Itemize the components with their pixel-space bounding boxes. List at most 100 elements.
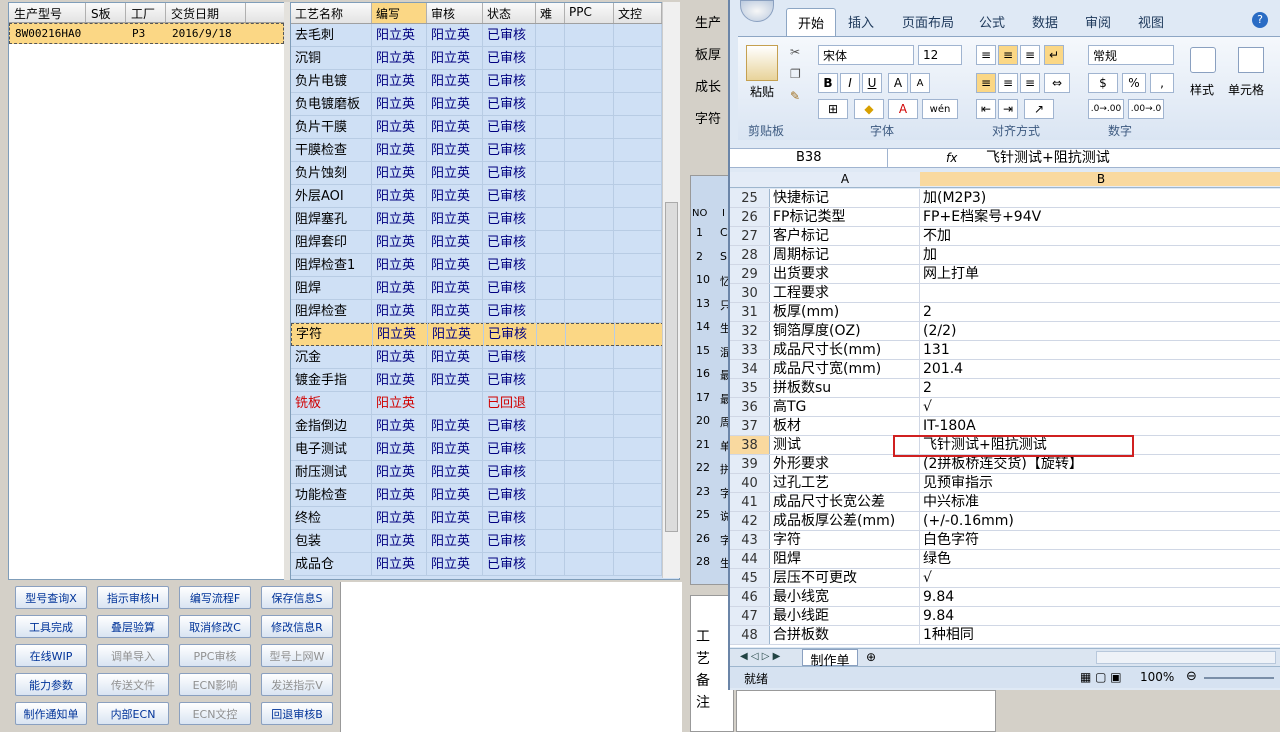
cut-icon[interactable]: ✂ — [790, 45, 800, 59]
tab-view[interactable]: 视图 — [1138, 12, 1164, 31]
row-number[interactable]: 43 — [730, 531, 770, 549]
cell-a[interactable]: 工程要求 — [770, 284, 920, 302]
cell-b[interactable]: 加(M2P3) — [920, 189, 1280, 207]
row-number[interactable]: 33 — [730, 341, 770, 359]
align-center-icon[interactable]: ≡ — [998, 73, 1018, 93]
cell-b[interactable]: √ — [920, 398, 1280, 416]
cell-b[interactable]: 不加 — [920, 227, 1280, 245]
borders-icon[interactable]: ⊞ — [818, 99, 848, 119]
merge-center-icon[interactable]: ⇔ — [1044, 73, 1070, 93]
col-header[interactable]: 生产型号 — [9, 3, 86, 22]
row-number[interactable]: 41 — [730, 493, 770, 511]
process-row[interactable]: 镀金手指 阳立英 阳立英 已审核 — [291, 368, 679, 392]
action-button[interactable]: 保存信息S — [261, 586, 333, 609]
row-number[interactable]: 39 — [730, 455, 770, 473]
tab-home[interactable]: 开始 — [786, 8, 836, 36]
action-button[interactable]: 传送文件 — [97, 673, 169, 696]
process-row[interactable]: 阻焊 阳立英 阳立英 已审核 — [291, 276, 679, 300]
paste-button[interactable]: 粘贴 — [750, 83, 774, 100]
row-number[interactable]: 29 — [730, 265, 770, 283]
process-row[interactable]: 沉铜 阳立英 阳立英 已审核 — [291, 46, 679, 70]
cell-b[interactable]: 1种相同 — [920, 626, 1280, 644]
action-button[interactable]: ECN影响 — [179, 673, 251, 696]
worksheet-grid[interactable]: 25 快捷标记 加(M2P3) 26 FP标记类型 FP+E档案号+94V 27 客户标记 不加… — [730, 189, 1280, 647]
zoom-slider[interactable] — [1204, 677, 1274, 679]
cell-b[interactable]: (+/-0.16mm) — [920, 512, 1280, 530]
process-row[interactable]: 电子测试 阳立英 阳立英 已审核 — [291, 437, 679, 461]
process-row[interactable]: 成品仓 阳立英 阳立英 已审核 — [291, 552, 679, 576]
font-name-select[interactable]: 宋体 — [818, 45, 914, 65]
process-row[interactable]: 负电镀磨板 阳立英 阳立英 已审核 — [291, 92, 679, 116]
row-number[interactable]: 25 — [730, 189, 770, 207]
cell-b[interactable]: 2 — [920, 303, 1280, 321]
process-row[interactable]: 去毛刺 阳立英 阳立英 已审核 — [291, 23, 679, 47]
font-color-icon[interactable]: A — [888, 99, 918, 119]
order-row[interactable]: 8W00216HA0 P3 2016/9/18 — [9, 23, 284, 44]
process-row[interactable]: 外层AOI 阳立英 阳立英 已审核 — [291, 184, 679, 208]
cell-b[interactable]: 中兴标准 — [920, 493, 1280, 511]
row-number[interactable]: 44 — [730, 550, 770, 568]
row-number[interactable]: 45 — [730, 569, 770, 587]
process-row[interactable]: 阻焊检查 阳立英 阳立英 已审核 — [291, 299, 679, 323]
tab-data[interactable]: 数据 — [1032, 12, 1058, 31]
process-row[interactable]: 沉金 阳立英 阳立英 已审核 — [291, 345, 679, 369]
cell-b[interactable]: 9.84 — [920, 607, 1280, 625]
row-number[interactable]: 30 — [730, 284, 770, 302]
action-button[interactable]: 制作通知单 — [15, 702, 87, 725]
action-button[interactable]: ECN文控 — [179, 702, 251, 725]
sheet-nav-icon[interactable]: ◀ ◁ ▷ ▶ — [740, 651, 780, 662]
row-number[interactable]: 42 — [730, 512, 770, 530]
align-left-icon[interactable]: ≡ — [976, 73, 996, 93]
cell-a[interactable]: 阻焊 — [770, 550, 920, 568]
process-row[interactable]: 终检 阳立英 阳立英 已审核 — [291, 506, 679, 530]
action-button[interactable]: 型号上网W — [261, 644, 333, 667]
row-number[interactable]: 34 — [730, 360, 770, 378]
action-button[interactable]: 在线WIP — [15, 644, 87, 667]
action-button[interactable]: 指示审核H — [97, 586, 169, 609]
row-number[interactable]: 37 — [730, 417, 770, 435]
cell-a[interactable]: 出货要求 — [770, 265, 920, 283]
cell-b[interactable]: 网上打单 — [920, 265, 1280, 283]
cell-a[interactable]: 成品尺寸长宽公差 — [770, 493, 920, 511]
shrink-font-icon[interactable]: A — [910, 73, 930, 93]
cell-b[interactable]: 绿色 — [920, 550, 1280, 568]
cell-a[interactable]: 高TG — [770, 398, 920, 416]
process-row[interactable]: 功能检查 阳立英 阳立英 已审核 — [291, 483, 679, 507]
percent-icon[interactable]: % — [1122, 73, 1146, 93]
tab-page-layout[interactable]: 页面布局 — [902, 12, 954, 31]
styles-button[interactable]: 样式 — [1190, 81, 1214, 98]
cell-b[interactable]: 见预审指示 — [920, 474, 1280, 492]
cell-b[interactable]: 白色字符 — [920, 531, 1280, 549]
increase-indent-icon[interactable]: ⇥ — [998, 99, 1018, 119]
format-painter-icon[interactable]: ✎ — [790, 89, 800, 103]
comma-icon[interactable]: , — [1150, 73, 1174, 93]
row-number[interactable]: 35 — [730, 379, 770, 397]
cell-a[interactable]: 成品板厚公差(mm) — [770, 512, 920, 530]
cell-a[interactable]: 成品尺寸长(mm) — [770, 341, 920, 359]
italic-icon[interactable]: I — [840, 73, 860, 93]
fill-color-icon[interactable]: ◆ — [854, 99, 884, 119]
cell-a[interactable]: 周期标记 — [770, 246, 920, 264]
underline-icon[interactable]: U — [862, 73, 882, 93]
wrap-text-icon[interactable]: ↵ — [1044, 45, 1064, 65]
cell-a[interactable]: 拼板数su — [770, 379, 920, 397]
new-sheet-icon[interactable]: ⊕ — [866, 650, 876, 664]
action-button[interactable]: 内部ECN — [97, 702, 169, 725]
cell-b[interactable]: 201.4 — [920, 360, 1280, 378]
cell-a[interactable]: FP标记类型 — [770, 208, 920, 226]
process-row[interactable]: 金指倒边 阳立英 阳立英 已审核 — [291, 414, 679, 438]
copy-icon[interactable]: ❐ — [790, 67, 801, 81]
cell-b[interactable]: 2 — [920, 379, 1280, 397]
increase-decimal-icon[interactable]: .0→.00 — [1088, 99, 1124, 119]
align-top-icon[interactable]: ≡ — [976, 45, 996, 65]
action-button[interactable]: 能力参数 — [15, 673, 87, 696]
decrease-decimal-icon[interactable]: .00→.0 — [1128, 99, 1164, 119]
col-header[interactable]: PPC — [565, 3, 614, 23]
cell-b[interactable]: (2拼板桥连交货)【旋转】 — [920, 455, 1280, 473]
row-number[interactable]: 26 — [730, 208, 770, 226]
row-number[interactable]: 31 — [730, 303, 770, 321]
office-button-icon[interactable] — [740, 0, 774, 22]
cell-a[interactable]: 成品尺寸宽(mm) — [770, 360, 920, 378]
col-header[interactable]: 编写 — [372, 3, 427, 23]
col-header[interactable]: 工艺名称 — [291, 3, 372, 23]
